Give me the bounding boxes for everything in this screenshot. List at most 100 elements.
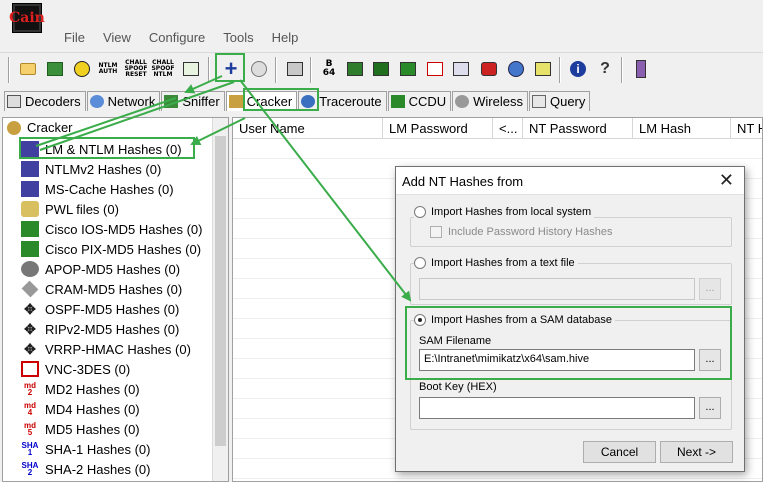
md4-icon: md 4 xyxy=(24,401,36,417)
sam-filename-input[interactable]: E:\Intranet\mimikatz\x64\sam.hive xyxy=(419,349,695,371)
col-lm-hash[interactable]: LM Hash xyxy=(633,118,731,139)
vnc-icon xyxy=(427,62,443,76)
radio-local-system[interactable]: Import Hashes from local system xyxy=(414,206,595,218)
ntlm-icon xyxy=(21,161,39,177)
tree-item-cisco-pix[interactable]: Cisco PIX-MD5 Hashes (0) xyxy=(19,239,203,259)
tree-item-md2[interactable]: md 2 MD2 Hashes (0) xyxy=(19,379,142,399)
tree-item-ospf[interactable]: ✥ OSPF-MD5 Hashes (0) xyxy=(19,299,181,319)
calculator-icon xyxy=(287,62,303,76)
tool-button-h[interactable] xyxy=(630,58,652,80)
tree-root-cracker[interactable]: Cracker xyxy=(7,120,73,135)
remove-button[interactable] xyxy=(248,58,270,80)
sam-browse-button[interactable]: ... xyxy=(699,349,721,371)
tree-item-vnc[interactable]: VNC-3DES (0) xyxy=(19,359,132,379)
start-sniffer-button[interactable] xyxy=(44,58,66,80)
cancel-button[interactable]: Cancel xyxy=(583,441,656,463)
tree-item-label: MD5 Hashes (0) xyxy=(45,421,140,437)
col-nt-password[interactable]: NT Password xyxy=(523,118,633,139)
apr-button[interactable] xyxy=(71,58,93,80)
tool-button-f[interactable] xyxy=(505,58,527,80)
tree-item-label: MS-Cache Hashes (0) xyxy=(45,181,174,197)
tree-item-md5[interactable]: md 5 MD5 Hashes (0) xyxy=(19,419,142,439)
tree-item-ripv2[interactable]: ✥ RIPv2-MD5 Hashes (0) xyxy=(19,319,181,339)
key-icon xyxy=(228,95,243,108)
tab-sniffer[interactable]: Sniffer xyxy=(161,91,225,111)
help-button[interactable]: i xyxy=(567,58,589,80)
radio-label: Import Hashes from local system xyxy=(431,206,592,218)
tree-item-md4[interactable]: md 4 MD4 Hashes (0) xyxy=(19,399,142,419)
tool-button-g[interactable] xyxy=(532,58,554,80)
text-file-input[interactable] xyxy=(419,278,695,300)
ntlm-auth-button[interactable]: NTLM AUTH xyxy=(96,58,120,80)
add-hashes-button[interactable]: + xyxy=(220,58,242,80)
tool-button-e[interactable] xyxy=(478,58,500,80)
tree-item-lm-ntlm[interactable]: LM & NTLM Hashes (0) xyxy=(19,139,184,159)
boot-key-input[interactable] xyxy=(419,397,695,419)
menu-file[interactable]: File xyxy=(62,29,87,47)
list-header: User Name LM Password <... NT Password L… xyxy=(233,118,762,139)
tree-item-ms-cache[interactable]: MS-Cache Hashes (0) xyxy=(19,179,176,199)
radio-button[interactable] xyxy=(414,206,426,218)
radio-sam-database[interactable]: Import Hashes from a SAM database xyxy=(414,314,615,326)
tool-button-c[interactable] xyxy=(397,58,419,80)
menu-tools[interactable]: Tools xyxy=(221,29,255,47)
tab-label: Cracker xyxy=(246,94,293,109)
menu-view[interactable]: View xyxy=(101,29,133,47)
include-history-checkbox[interactable]: Include Password History Hashes xyxy=(430,226,612,238)
tree-item-label: OSPF-MD5 Hashes (0) xyxy=(45,301,180,317)
menu-help[interactable]: Help xyxy=(270,29,301,47)
col-nt-hash[interactable]: NT H xyxy=(731,118,762,139)
md2-icon: md 2 xyxy=(24,381,36,397)
tab-cracker[interactable]: Cracker xyxy=(225,91,298,111)
radio-button[interactable] xyxy=(414,257,426,269)
base64-button[interactable]: B 64 xyxy=(318,58,340,80)
tab-network[interactable]: Network xyxy=(86,91,161,111)
tab-wireless[interactable]: Wireless xyxy=(452,91,528,111)
tab-ccdu[interactable]: CCDU xyxy=(387,91,452,111)
chall-spoof-reset-button[interactable]: CHALL SPOOF RESET xyxy=(124,58,148,80)
menu-configure[interactable]: Configure xyxy=(147,29,207,47)
screen-button[interactable] xyxy=(180,58,202,80)
tree-item-apop[interactable]: APOP-MD5 Hashes (0) xyxy=(19,259,182,279)
tab-decoders[interactable]: Decoders xyxy=(4,91,86,111)
boot-key-browse-button[interactable]: ... xyxy=(699,397,721,419)
about-button[interactable]: ? xyxy=(594,58,616,80)
col-lm-length[interactable]: <... xyxy=(493,118,523,139)
tree-item-label: CRAM-MD5 Hashes (0) xyxy=(45,281,183,297)
scrollbar-thumb[interactable] xyxy=(215,136,226,446)
md5-icon: md 5 xyxy=(24,421,36,437)
next-button[interactable]: Next -> xyxy=(660,441,733,463)
col-user-name[interactable]: User Name xyxy=(233,118,383,139)
radio-text-file[interactable]: Import Hashes from a text file xyxy=(414,257,578,269)
checkbox[interactable] xyxy=(430,226,442,238)
chall-spoof-ntlm-button[interactable]: CHALL SPOOF NTLM xyxy=(151,58,175,80)
tree-item-label: RIPv2-MD5 Hashes (0) xyxy=(45,321,180,337)
tree-item-label: SHA-2 Hashes (0) xyxy=(45,461,151,477)
close-icon[interactable]: ✕ xyxy=(719,171,734,189)
tree-item-cisco-ios[interactable]: Cisco IOS-MD5 Hashes (0) xyxy=(19,219,204,239)
dialog-titlebar[interactable]: Add NT Hashes from ✕ xyxy=(396,167,744,195)
tree-scrollbar[interactable] xyxy=(212,118,228,481)
tool-button-a[interactable] xyxy=(344,58,366,80)
tree-item-pwl[interactable]: PWL files (0) xyxy=(19,199,121,219)
toolbar-separator xyxy=(559,57,561,83)
cracker-tree: Cracker LM & NTLM Hashes (0) NTLMv2 Hash… xyxy=(2,117,229,482)
tree-item-sha1[interactable]: SHA 1 SHA-1 Hashes (0) xyxy=(19,439,152,459)
tree-item-sha2[interactable]: SHA 2 SHA-2 Hashes (0) xyxy=(19,459,152,479)
cain-logo: Cain xyxy=(9,3,45,33)
tool-button-b[interactable] xyxy=(370,58,392,80)
tab-query[interactable]: Query xyxy=(528,91,591,111)
open-folder-button[interactable] xyxy=(17,58,39,80)
tree-item-cram[interactable]: CRAM-MD5 Hashes (0) xyxy=(19,279,184,299)
tree-item-vrrp[interactable]: ✥ VRRP-HMAC Hashes (0) xyxy=(19,339,193,359)
radio-button-selected[interactable] xyxy=(414,314,426,326)
tree-item-ntlmv2[interactable]: NTLMv2 Hashes (0) xyxy=(19,159,163,179)
col-lm-password[interactable]: LM Password xyxy=(383,118,493,139)
hash-calculator-button[interactable] xyxy=(284,58,306,80)
tool-button-d[interactable] xyxy=(450,58,472,80)
text-file-browse-button[interactable]: ... xyxy=(699,278,721,300)
tab-traceroute[interactable]: Traceroute xyxy=(298,91,387,111)
vnc-button[interactable] xyxy=(424,58,446,80)
toolbar-separator xyxy=(275,57,277,83)
tree-item-label: LM & NTLM Hashes (0) xyxy=(45,141,182,157)
